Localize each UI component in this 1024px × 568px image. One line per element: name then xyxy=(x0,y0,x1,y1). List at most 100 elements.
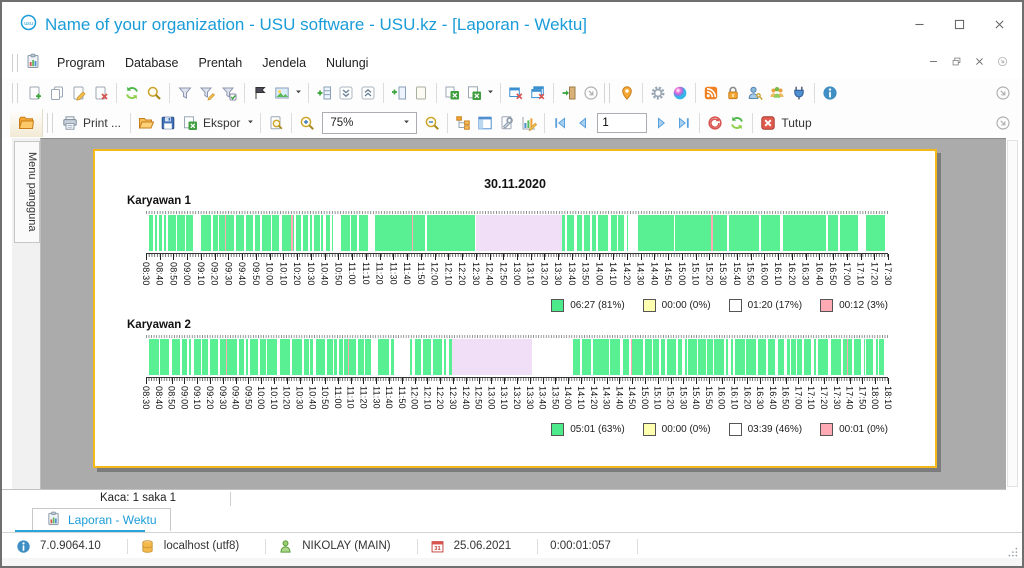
axis-tick-label: 13:20 xyxy=(539,262,550,286)
design-button[interactable] xyxy=(518,112,540,134)
axis-tick-label: 10:00 xyxy=(264,262,275,286)
filter-edit-button[interactable] xyxy=(196,82,218,104)
flag-button[interactable] xyxy=(249,82,271,104)
resize-grip-icon[interactable] xyxy=(1005,546,1019,565)
first-page-button[interactable] xyxy=(549,112,571,134)
excel-dropdown-icon[interactable] xyxy=(485,84,496,102)
user-menu-button[interactable] xyxy=(10,109,43,137)
export-dropdown-icon[interactable] xyxy=(245,114,256,132)
axis-tick-label: 10:40 xyxy=(319,262,330,286)
axis-tick-label: 15:20 xyxy=(665,386,676,410)
export-button[interactable] xyxy=(179,112,201,134)
timeline-segment xyxy=(622,339,630,375)
user-rights-button[interactable] xyxy=(744,82,766,104)
toolbar-grip[interactable] xyxy=(604,83,610,103)
refresh-button[interactable] xyxy=(121,82,143,104)
close-button[interactable] xyxy=(986,14,1012,34)
axis-tick-label: 11:40 xyxy=(384,386,395,409)
timeline-segment xyxy=(377,339,390,375)
prev-page-button[interactable] xyxy=(571,112,593,134)
plugin-button[interactable] xyxy=(788,82,810,104)
toolbar-overflow-icon[interactable] xyxy=(992,112,1014,134)
minimize-button[interactable] xyxy=(906,14,932,34)
zoom-in-button[interactable] xyxy=(296,112,318,134)
users-button[interactable] xyxy=(766,82,788,104)
parameters-button[interactable] xyxy=(474,112,496,134)
rss-button[interactable] xyxy=(700,82,722,104)
mdi-restore-button[interactable] xyxy=(951,54,962,72)
menu-item-prentah[interactable]: Prentah xyxy=(188,52,252,74)
axis-tick-label: 09:00 xyxy=(182,262,193,286)
toolbar-grip[interactable] xyxy=(12,54,18,72)
timeline-segment xyxy=(255,215,260,251)
maximize-button[interactable] xyxy=(946,14,972,34)
refresh-report-button[interactable] xyxy=(726,112,748,134)
group-overflow-icon[interactable] xyxy=(580,82,602,104)
add-record-button[interactable] xyxy=(24,82,46,104)
search-button[interactable] xyxy=(143,82,165,104)
toolbar-overflow-icon[interactable] xyxy=(992,82,1014,104)
menu-overflow-icon[interactable] xyxy=(997,54,1008,72)
open-button[interactable] xyxy=(135,112,157,134)
image-button[interactable] xyxy=(271,82,293,104)
menu-item-program[interactable]: Program xyxy=(47,52,115,74)
structure-button[interactable] xyxy=(452,112,474,134)
axis-tick-label: 17:10 xyxy=(806,386,817,410)
lock-button[interactable] xyxy=(722,82,744,104)
axis-tick-label: 11:50 xyxy=(415,262,426,285)
close-window-button[interactable] xyxy=(505,82,527,104)
timeline-segment xyxy=(159,215,163,251)
timeline-segment xyxy=(591,215,597,251)
expand-all-button[interactable] xyxy=(357,82,379,104)
toolbar-grip[interactable] xyxy=(12,83,18,103)
stop-button[interactable] xyxy=(704,112,726,134)
excel-copy-button[interactable] xyxy=(441,82,463,104)
menu-item-nulungi[interactable]: Nulungi xyxy=(316,52,378,74)
theme-button[interactable] xyxy=(669,82,691,104)
add-column-button[interactable] xyxy=(388,82,410,104)
settings-button[interactable] xyxy=(647,82,669,104)
image-dropdown-icon[interactable] xyxy=(293,84,304,102)
exit-button[interactable] xyxy=(558,82,580,104)
print-label[interactable]: Print ... xyxy=(83,116,121,130)
next-page-button[interactable] xyxy=(651,112,673,134)
duplicate-button[interactable] xyxy=(46,82,68,104)
delete-button[interactable] xyxy=(90,82,112,104)
save-button[interactable] xyxy=(157,112,179,134)
axis-tick-label: 14:40 xyxy=(649,262,660,286)
axis-tick-label: 08:40 xyxy=(154,262,165,286)
report-preview-area: 30.11.2020 Karyawan 1 08:30 08:40 08:50 09:0… xyxy=(40,138,1006,489)
timeline-segment xyxy=(645,339,652,375)
tab-laporan-wektu[interactable]: Laporan - Wektu xyxy=(32,508,171,531)
edit-page-button[interactable] xyxy=(496,112,518,134)
menu-item-jendela[interactable]: Jendela xyxy=(252,52,316,74)
filter-checked-button[interactable] xyxy=(218,82,240,104)
note-button[interactable] xyxy=(410,82,432,104)
toolbar-grip[interactable] xyxy=(47,113,53,133)
menu-item-database[interactable]: Database xyxy=(115,52,189,74)
edit-button[interactable] xyxy=(68,82,90,104)
filter-button[interactable] xyxy=(174,82,196,104)
about-button[interactable] xyxy=(819,82,841,104)
close-report-label[interactable]: Tutup xyxy=(781,116,811,130)
zoom-out-button[interactable] xyxy=(421,112,443,134)
export-label[interactable]: Ekspor xyxy=(203,116,240,130)
preview-button[interactable] xyxy=(265,112,287,134)
mdi-close-button[interactable] xyxy=(974,54,985,72)
legend-item: 00:12 (3%) xyxy=(820,299,888,312)
close-report-button[interactable] xyxy=(757,112,779,134)
close-all-windows-button[interactable] xyxy=(527,82,549,104)
print-button[interactable] xyxy=(59,112,81,134)
insert-column-button[interactable] xyxy=(313,82,335,104)
page-number-input[interactable] xyxy=(597,113,648,133)
user-menu-vertical-tab[interactable]: Menu pangguna xyxy=(14,141,40,243)
zoom-level-select[interactable]: 75% xyxy=(322,112,418,134)
location-button[interactable] xyxy=(616,82,638,104)
excel-export-button[interactable] xyxy=(463,82,485,104)
mdi-minimize-button[interactable] xyxy=(928,54,939,72)
vertical-scrollbar[interactable] xyxy=(1007,140,1018,487)
legend: 05:01 (63%) 00:00 (0%) 03:39 (46%) 00:01 (0… xyxy=(146,423,888,436)
last-page-button[interactable] xyxy=(673,112,695,134)
zoom-dropdown-icon[interactable] xyxy=(401,116,412,130)
collapse-all-button[interactable] xyxy=(335,82,357,104)
